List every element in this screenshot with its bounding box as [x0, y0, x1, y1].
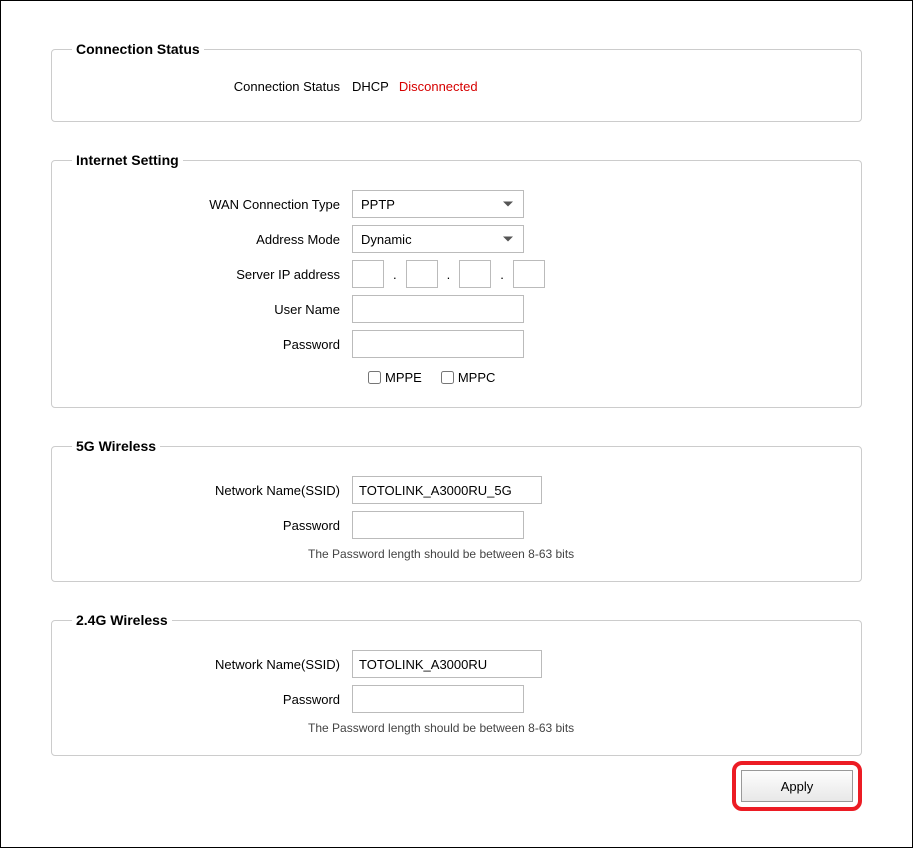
ssid-24g-label: Network Name(SSID)	[72, 657, 352, 672]
mppe-mppc-row: MPPE MPPC	[72, 368, 841, 387]
password-5g-hint: The Password length should be between 8-…	[72, 547, 841, 561]
internet-setting-legend: Internet Setting	[72, 152, 183, 168]
mppc-label: MPPC	[458, 370, 496, 385]
address-mode-label: Address Mode	[72, 232, 352, 247]
ssid-24g-input[interactable]	[352, 650, 542, 678]
password-input[interactable]	[352, 330, 524, 358]
ssid-5g-row: Network Name(SSID)	[72, 476, 841, 504]
ssid-5g-input[interactable]	[352, 476, 542, 504]
address-mode-row: Address Mode Dynamic	[72, 225, 841, 253]
caret-down-icon	[503, 202, 513, 207]
server-ip-label: Server IP address	[72, 267, 352, 282]
server-ip-row: Server IP address . . .	[72, 260, 841, 288]
apply-highlight: Apply	[732, 761, 862, 811]
user-name-row: User Name	[72, 295, 841, 323]
wireless-24g-legend: 2.4G Wireless	[72, 612, 172, 628]
connection-status-label: Connection Status	[72, 79, 352, 94]
wan-connection-label: WAN Connection Type	[72, 197, 352, 212]
mppe-checkbox[interactable]	[368, 371, 381, 384]
caret-down-icon	[503, 237, 513, 242]
apply-button[interactable]: Apply	[741, 770, 853, 802]
user-name-input[interactable]	[352, 295, 524, 323]
password-24g-label: Password	[72, 692, 352, 707]
connection-status-row: Connection Status DHCP Disconnected	[72, 79, 841, 94]
ip-dot: .	[447, 267, 451, 282]
ip-dot: .	[393, 267, 397, 282]
wireless-24g-fieldset: 2.4G Wireless Network Name(SSID) Passwor…	[51, 612, 862, 756]
connection-status-type: DHCP	[352, 79, 389, 94]
password-24g-input[interactable]	[352, 685, 524, 713]
password-24g-hint: The Password length should be between 8-…	[72, 721, 841, 735]
connection-status-legend: Connection Status	[72, 41, 204, 57]
internet-setting-fieldset: Internet Setting WAN Connection Type PPT…	[51, 152, 862, 408]
server-ip-octet-4[interactable]	[513, 260, 545, 288]
wan-connection-row: WAN Connection Type PPTP	[72, 190, 841, 218]
password-5g-label: Password	[72, 518, 352, 533]
ssid-5g-label: Network Name(SSID)	[72, 483, 352, 498]
server-ip-octet-2[interactable]	[406, 260, 438, 288]
server-ip-octet-1[interactable]	[352, 260, 384, 288]
wan-connection-select[interactable]: PPTP	[352, 190, 524, 218]
connection-status-value: DHCP Disconnected	[352, 79, 478, 94]
wan-connection-value: PPTP	[361, 197, 395, 212]
password-5g-row: Password	[72, 511, 841, 539]
server-ip-octet-3[interactable]	[459, 260, 491, 288]
ssid-24g-row: Network Name(SSID)	[72, 650, 841, 678]
connection-status-fieldset: Connection Status Connection Status DHCP…	[51, 41, 862, 122]
wireless-5g-legend: 5G Wireless	[72, 438, 160, 454]
password-5g-input[interactable]	[352, 511, 524, 539]
wireless-5g-fieldset: 5G Wireless Network Name(SSID) Password …	[51, 438, 862, 582]
password-label: Password	[72, 337, 352, 352]
ip-dot: .	[500, 267, 504, 282]
address-mode-select[interactable]: Dynamic	[352, 225, 524, 253]
connection-status-state: Disconnected	[399, 79, 478, 94]
user-name-label: User Name	[72, 302, 352, 317]
address-mode-value: Dynamic	[361, 232, 412, 247]
password-row: Password	[72, 330, 841, 358]
main-container: Connection Status Connection Status DHCP…	[0, 0, 913, 848]
mppe-label: MPPE	[385, 370, 422, 385]
password-24g-row: Password	[72, 685, 841, 713]
mppc-checkbox[interactable]	[441, 371, 454, 384]
